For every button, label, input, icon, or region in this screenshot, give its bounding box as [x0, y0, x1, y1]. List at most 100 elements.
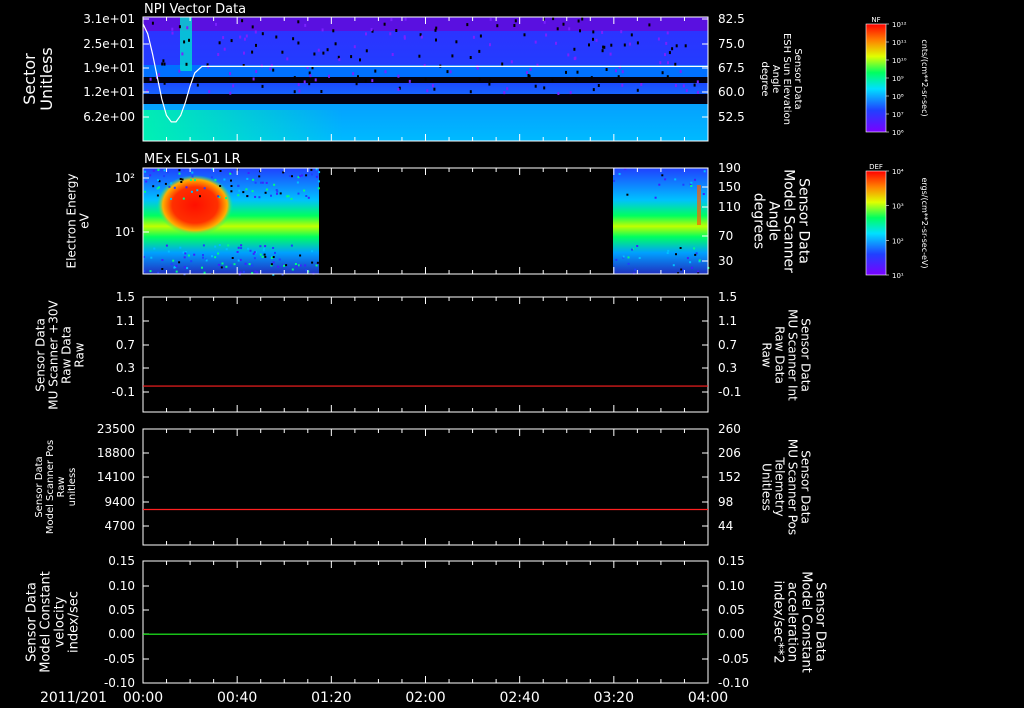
noise-pixel [665, 41, 668, 45]
colorbar-def-bar [865, 170, 887, 276]
noise-pixel [659, 61, 662, 65]
noise-pixel [237, 194, 240, 197]
panel-1-rlabel-line: Sensor Data [792, 48, 803, 109]
noise-pixel [208, 90, 211, 94]
noise-pixel [269, 67, 272, 71]
noise-pixel [246, 177, 249, 180]
noise-pixel [543, 86, 546, 90]
noise-pixel [383, 22, 386, 26]
panel-5-ylabel-line: velocity [53, 596, 68, 647]
y-tick-label: 18800 [97, 446, 135, 460]
noise-pixel [278, 258, 281, 261]
time-tick-label: 03:20 [594, 690, 634, 706]
colorbar-nf-tick-label: 10⁸ [892, 93, 904, 101]
noise-pixel [233, 263, 236, 266]
noise-pixel [567, 53, 570, 57]
panel-1-rlabel-line: degree [759, 61, 770, 96]
y-tick-label: 1.2e+01 [83, 85, 135, 99]
colorbar-def-tick-label: 10² [892, 237, 904, 245]
panel-2-ylabel: Electron Energy eV [65, 173, 92, 268]
noise-pixel [355, 82, 358, 86]
noise-pixel [279, 192, 282, 195]
noise-pixel [297, 41, 300, 45]
noise-pixel [265, 181, 268, 184]
y-tick-label: 10² [115, 171, 135, 185]
right-tick-label: 52.5 [718, 110, 745, 124]
noise-pixel [573, 47, 576, 51]
noise-pixel [205, 259, 208, 262]
noise-pixel [293, 90, 296, 94]
noise-pixel [170, 197, 172, 200]
panel-2-rlabel-line: Model Scanner [781, 169, 797, 273]
y-tick-label: 14100 [97, 470, 135, 484]
panel-2-title: MEx ELS-01 LR [144, 152, 241, 167]
noise-pixel [555, 41, 557, 45]
panel-1-title: NPI Vector Data [144, 2, 246, 17]
right-tick-label: 0.7 [718, 338, 737, 352]
noise-pixel [264, 191, 267, 194]
time-tick-label: 01:20 [311, 690, 351, 706]
noise-pixel [510, 60, 513, 64]
noise-pixel [338, 58, 341, 62]
noise-pixel [286, 57, 289, 61]
noise-pixel [395, 29, 398, 32]
noise-pixel [365, 32, 367, 36]
y-tick-label: 4700 [104, 519, 135, 533]
panel-5-rlabel-line: index/sec**2 [770, 580, 785, 663]
noise-pixel [297, 20, 300, 24]
noise-pixel [514, 19, 517, 23]
noise-pixel [283, 264, 285, 267]
noise-pixel [149, 174, 152, 177]
panel-1-ylabel-line: Unitless [37, 47, 56, 111]
noise-pixel [178, 69, 181, 73]
noise-pixel [636, 41, 639, 45]
noise-pixel [590, 76, 593, 80]
noise-pixel [636, 245, 639, 247]
panel-4-rlabel: Sensor DataMU Scanner PosTelemetryUnitle… [759, 439, 812, 535]
noise-pixel [145, 180, 148, 183]
noise-pixel [175, 270, 178, 273]
noise-pixel [318, 171, 321, 174]
noise-pixel [305, 195, 308, 197]
y-tick-label: 23500 [97, 422, 135, 436]
noise-pixel [666, 252, 669, 254]
noise-pixel [259, 253, 262, 256]
plot-canvas: NPI Vector Data 3.1e+01 2.5e+01 1.9e+01 1.2e… [20, 2, 929, 706]
colorbar-nf-bar [865, 23, 887, 133]
noise-pixel [225, 197, 228, 200]
noise-pixel [182, 197, 185, 200]
noise-pixel [545, 33, 548, 37]
right-tick-label: 0.15 [718, 554, 745, 568]
noise-pixel [201, 266, 203, 269]
noise-pixel [215, 22, 217, 26]
noise-pixel [252, 178, 255, 181]
noise-pixel [310, 173, 313, 176]
noise-pixel [526, 71, 528, 75]
noise-pixel [190, 190, 193, 193]
noise-pixel [568, 27, 571, 31]
noise-pixel [627, 256, 630, 259]
noise-pixel [295, 265, 298, 268]
noise-pixel [161, 268, 164, 270]
noise-pixel [261, 84, 264, 88]
noise-pixel [291, 268, 294, 271]
noise-pixel [435, 26, 438, 30]
noise-pixel [661, 174, 664, 177]
panel-3-frame [142, 296, 709, 413]
noise-pixel [273, 183, 276, 186]
noise-pixel [408, 79, 411, 83]
time-tick-label: 04:00 [688, 690, 728, 706]
noise-pixel [237, 246, 240, 249]
right-tick-label: 1.1 [718, 314, 737, 328]
noise-pixel [162, 59, 165, 63]
y-tick-label: 10¹ [115, 225, 135, 239]
noise-pixel [702, 193, 705, 195]
noise-pixel [251, 25, 254, 29]
right-tick-label: 0.10 [718, 579, 745, 593]
noise-pixel [620, 30, 623, 34]
noise-pixel [217, 263, 220, 266]
noise-pixel [243, 51, 245, 55]
noise-pixel [686, 257, 689, 260]
noise-pixel [703, 170, 706, 173]
noise-pixel [466, 23, 469, 27]
